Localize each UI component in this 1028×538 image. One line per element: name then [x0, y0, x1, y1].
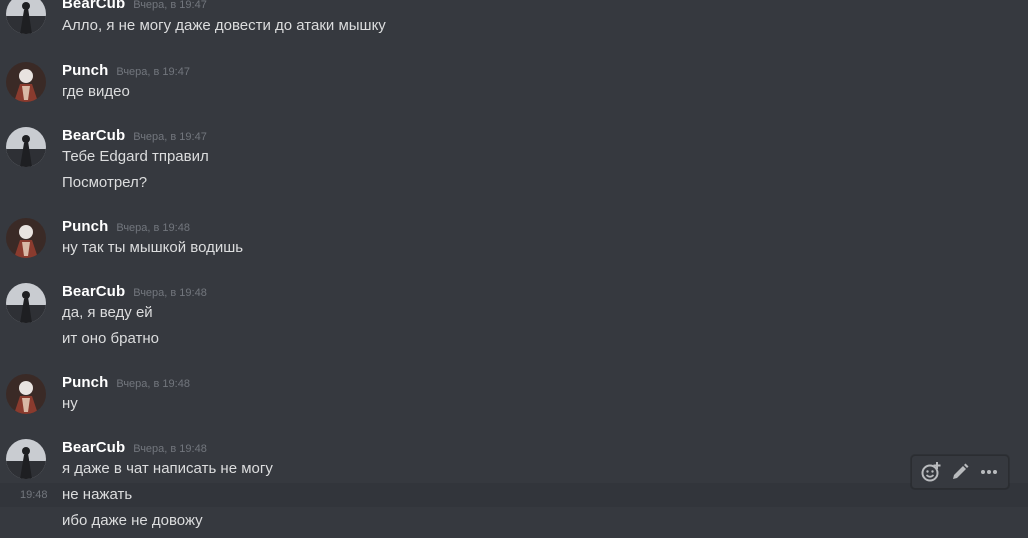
message-line: ибо даже не довожу — [0, 509, 1028, 533]
message-line: ну так ты мышкой водишь — [0, 236, 1028, 260]
username[interactable]: BearCub — [62, 0, 125, 12]
message-line: Посмотрел? — [0, 171, 1028, 195]
username[interactable]: Punch — [62, 62, 108, 79]
edit-button[interactable] — [946, 458, 974, 486]
message-text: не нажать — [62, 486, 133, 503]
add-reaction-button[interactable] — [917, 458, 945, 486]
message-text: Тебе Edgard тправил — [62, 148, 209, 165]
timestamp: Вчера, в 19:47 — [133, 131, 207, 143]
hover-timestamp: 19:48 — [20, 489, 48, 501]
timestamp: Вчера, в 19:48 — [116, 222, 190, 234]
username[interactable]: Punch — [62, 374, 108, 391]
message-text: ит оно братно — [62, 330, 159, 347]
chat-messages: BearCub Вчера, в 19:47 Алло, я не могу д… — [0, 0, 1028, 538]
message-text: где видео — [62, 83, 130, 100]
timestamp: Вчера, в 19:47 — [116, 66, 190, 78]
message-text: Алло, я не могу даже довести до атаки мы… — [62, 17, 386, 34]
message-line: да, я веду ей — [0, 301, 1028, 325]
message-line: Тебе Edgard тправил — [0, 145, 1028, 169]
timestamp: Вчера, в 19:48 — [133, 287, 207, 299]
add-reaction-icon — [921, 462, 941, 482]
message-line: я даже в чат написать не могу — [0, 457, 1028, 481]
message-text: Посмотрел? — [62, 174, 148, 191]
message-line: Алло, я не могу даже довести до атаки мы… — [0, 14, 1028, 38]
message-line: где видео — [0, 80, 1028, 104]
username[interactable]: BearCub — [62, 283, 125, 300]
timestamp: Вчера, в 19:48 — [116, 378, 190, 390]
message-line-hovered[interactable]: 19:48 не нажать — [0, 483, 1028, 507]
more-options-icon — [981, 470, 998, 474]
timestamp: Вчера, в 19:48 — [133, 443, 207, 455]
message-text: да, я веду ей — [62, 304, 153, 321]
username[interactable]: BearCub — [62, 127, 125, 144]
message-text: ибо даже не довожу — [62, 512, 203, 529]
edit-icon — [952, 463, 969, 479]
message-line: ну — [0, 392, 1028, 416]
message-actions-toolbar — [911, 455, 1009, 489]
more-options-button[interactable] — [975, 458, 1003, 486]
message-text: ну так ты мышкой водишь — [62, 239, 244, 256]
username[interactable]: BearCub — [62, 439, 125, 456]
username[interactable]: Punch — [62, 218, 108, 235]
message-text: ну — [62, 395, 78, 412]
message-text: я даже в чат написать не могу — [62, 460, 273, 477]
message-line: ит оно братно — [0, 327, 1028, 351]
timestamp: Вчера, в 19:47 — [133, 0, 207, 11]
